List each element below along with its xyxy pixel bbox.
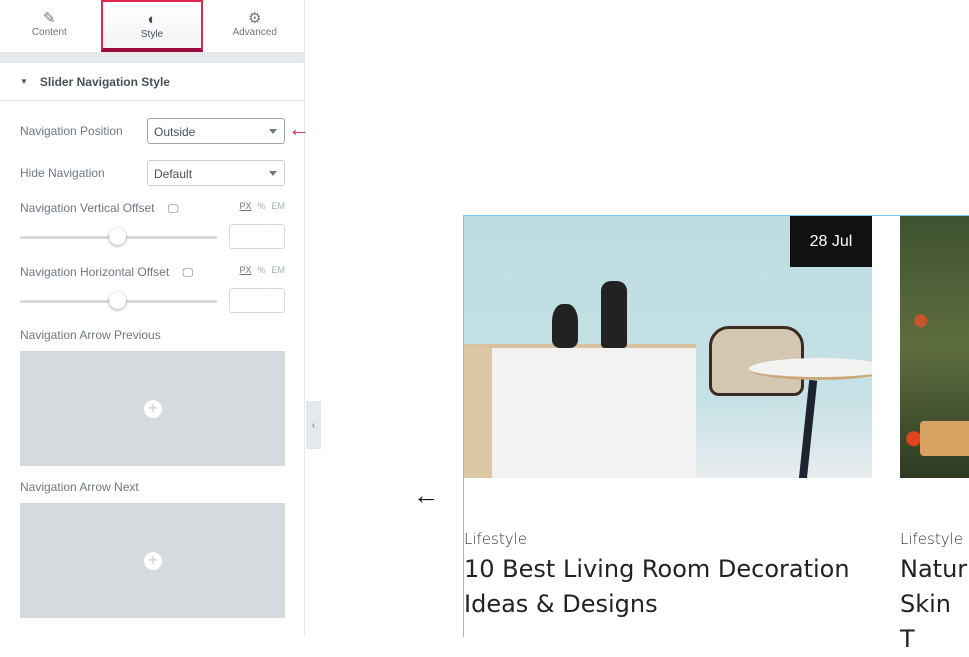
select-value: Default — [154, 167, 193, 181]
unit-em[interactable]: EM — [272, 265, 286, 275]
tab-label: Style — [140, 29, 164, 40]
nav-position-label: Navigation Position — [20, 124, 123, 138]
horizontal-offset-input[interactable] — [229, 288, 285, 313]
hide-nav-select[interactable]: Default — [147, 160, 285, 186]
unit-switcher: PX% EM — [233, 265, 285, 275]
slider-handle[interactable] — [109, 228, 126, 245]
desktop-icon[interactable]: 🖵 — [168, 203, 179, 215]
hide-nav-control: Hide Navigation Default — [20, 160, 285, 186]
tab-label: Content — [31, 27, 67, 38]
arrow-prev-picker[interactable]: + — [20, 351, 285, 466]
caret-down-icon: ▼ — [20, 77, 28, 86]
arrow-next-picker[interactable]: + — [20, 503, 285, 618]
plus-icon: + — [143, 399, 162, 418]
tab-style[interactable]: ◐ Style — [100, 0, 204, 52]
horizontal-offset-control: Navigation Horizontal Offset 🖵 PX% EM — [20, 265, 285, 315]
table-leg — [798, 379, 818, 478]
post-category[interactable]: Lifestyle — [900, 530, 963, 548]
horizontal-offset-label: Navigation Horizontal Offset — [20, 265, 170, 279]
vertical-offset-input[interactable] — [229, 224, 285, 249]
hide-nav-label: Hide Navigation — [20, 166, 105, 180]
unit-em[interactable]: EM — [272, 201, 286, 211]
unit-percent[interactable]: % — [257, 265, 265, 275]
unit-switcher: PX% EM — [233, 201, 285, 211]
desktop-icon[interactable]: 🖵 — [183, 267, 194, 279]
post-title[interactable]: 10 Best Living Room Decoration Ideas & D… — [464, 552, 884, 622]
half-circle-icon: ◐ — [147, 11, 157, 28]
gear-icon: ⚙ — [247, 10, 262, 27]
unit-px[interactable]: PX — [239, 265, 251, 275]
pencil-icon: ✎ — [43, 10, 56, 27]
prev-arrow-icon[interactable]: ← — [413, 480, 439, 511]
collapse-panel-button[interactable]: ‹ — [306, 401, 321, 449]
vase — [552, 304, 578, 348]
vertical-offset-label: Navigation Vertical Offset — [20, 201, 155, 215]
wood — [920, 421, 969, 456]
editor-panel: ✎ Content ◐ Style ⚙ Advanced ▼ Slider Naviga… — [0, 0, 305, 637]
cabinet — [464, 344, 696, 478]
vase — [601, 281, 627, 348]
section-title: Slider Navigation Style — [39, 74, 170, 89]
divider — [0, 52, 304, 63]
tab-content[interactable]: ✎ Content — [0, 0, 99, 52]
plus-icon: + — [143, 551, 162, 570]
vertical-offset-control: Navigation Vertical Offset 🖵 PX% EM — [20, 201, 285, 251]
post-image[interactable] — [900, 216, 969, 478]
panel-tabs: ✎ Content ◐ Style ⚙ Advanced — [0, 0, 304, 52]
annotation-arrow-icon: ← — [288, 116, 310, 141]
select-value: Outside — [154, 125, 196, 139]
unit-percent[interactable]: % — [257, 201, 265, 211]
date-badge: 28 Jul — [790, 216, 872, 267]
tab-label: Advanced — [232, 27, 277, 38]
arrow-prev-label: Navigation Arrow Previous — [20, 328, 161, 342]
unit-px[interactable]: PX — [239, 201, 251, 211]
tab-advanced[interactable]: ⚙ Advanced — [205, 0, 304, 52]
post-title[interactable]: Natur Skin T — [900, 552, 969, 657]
chevron-left-icon: ‹ — [311, 419, 316, 431]
nav-position-control: Navigation Position Outside — [20, 118, 285, 144]
post-category[interactable]: Lifestyle — [464, 530, 527, 548]
nav-position-select[interactable]: Outside — [147, 118, 285, 144]
arrow-next-label: Navigation Arrow Next — [20, 480, 139, 494]
section-header[interactable]: ▼ Slider Navigation Style — [0, 63, 304, 101]
slider-handle[interactable] — [109, 292, 126, 309]
